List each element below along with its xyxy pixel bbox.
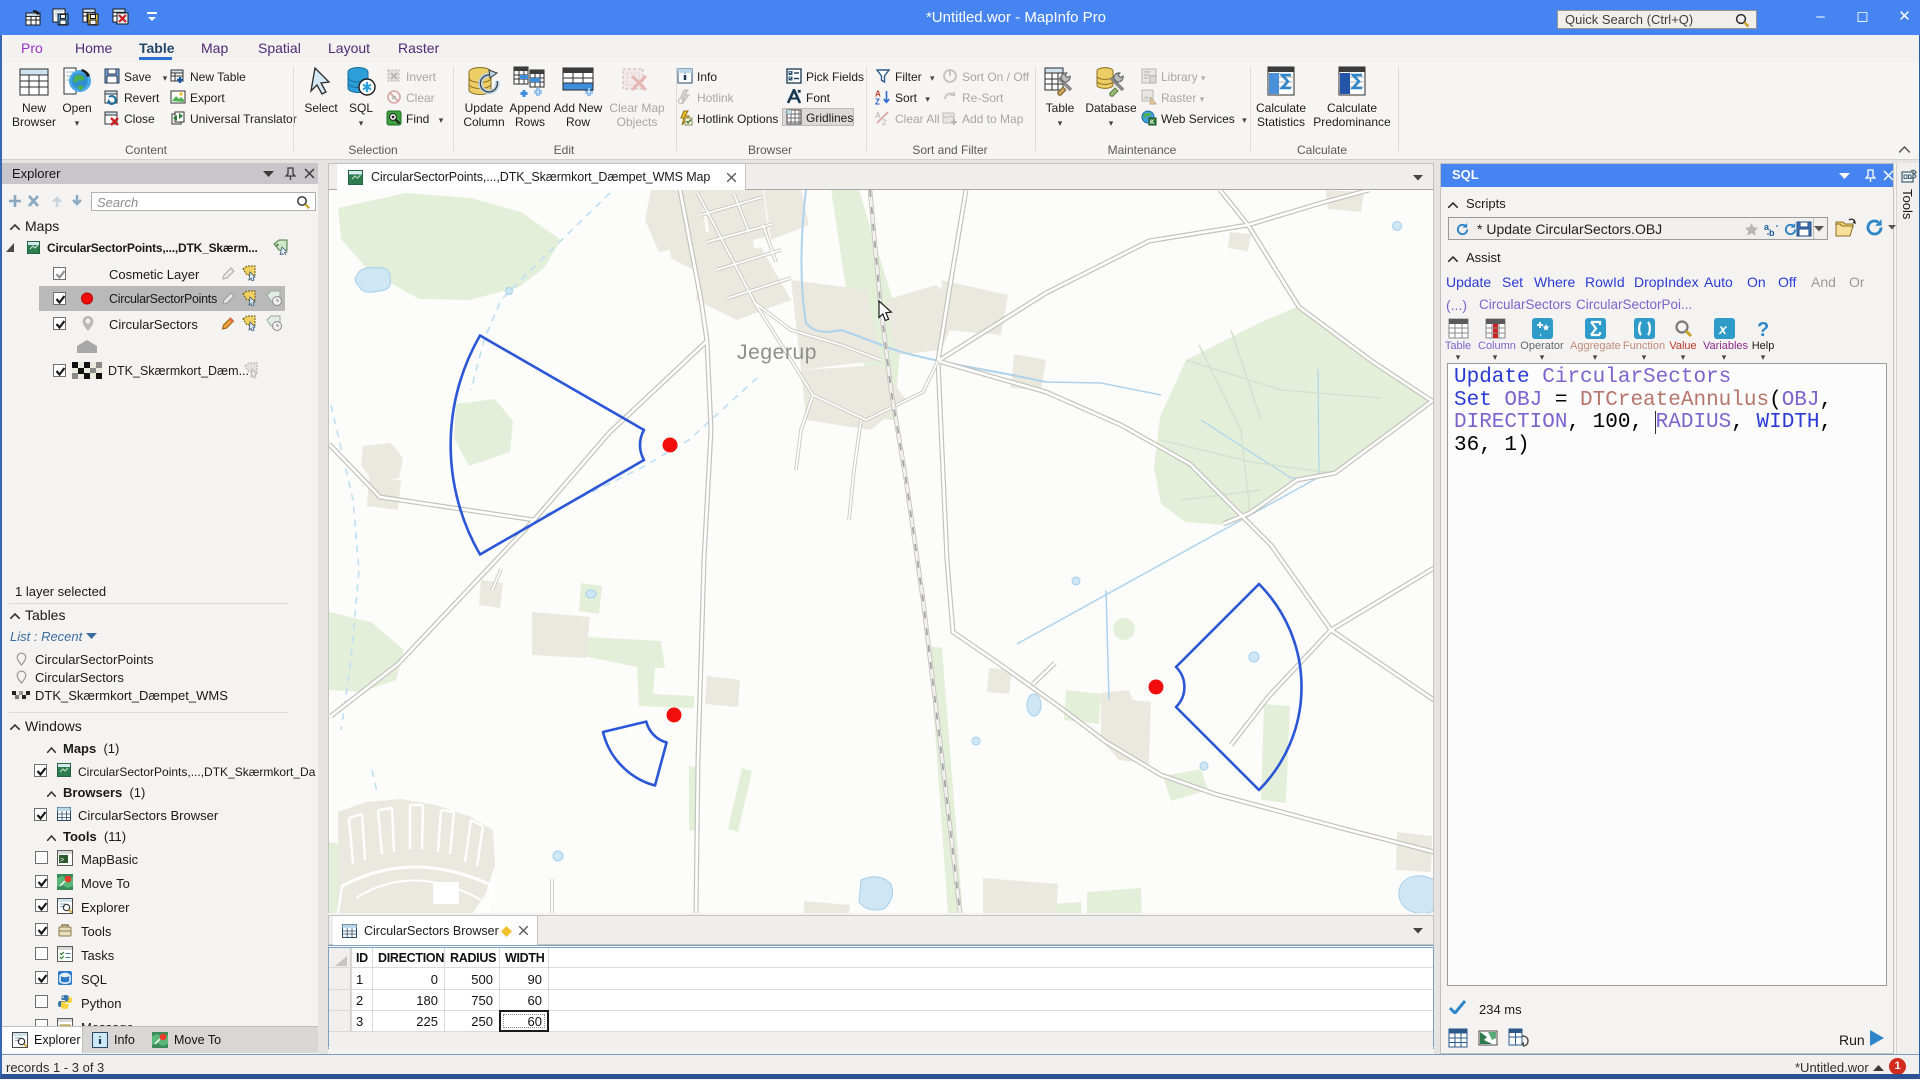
svg-text:Z: Z bbox=[875, 98, 880, 106]
svg-text:x: x bbox=[1718, 321, 1728, 337]
svg-text:K: K bbox=[1150, 120, 1155, 126]
svg-text:>_: >_ bbox=[60, 857, 68, 864]
svg-text:?: ? bbox=[1757, 319, 1769, 339]
svg-text:Jegerup: Jegerup bbox=[737, 341, 817, 364]
svg-text:2: 2 bbox=[882, 118, 887, 126]
svg-text:b: b bbox=[1769, 228, 1775, 238]
